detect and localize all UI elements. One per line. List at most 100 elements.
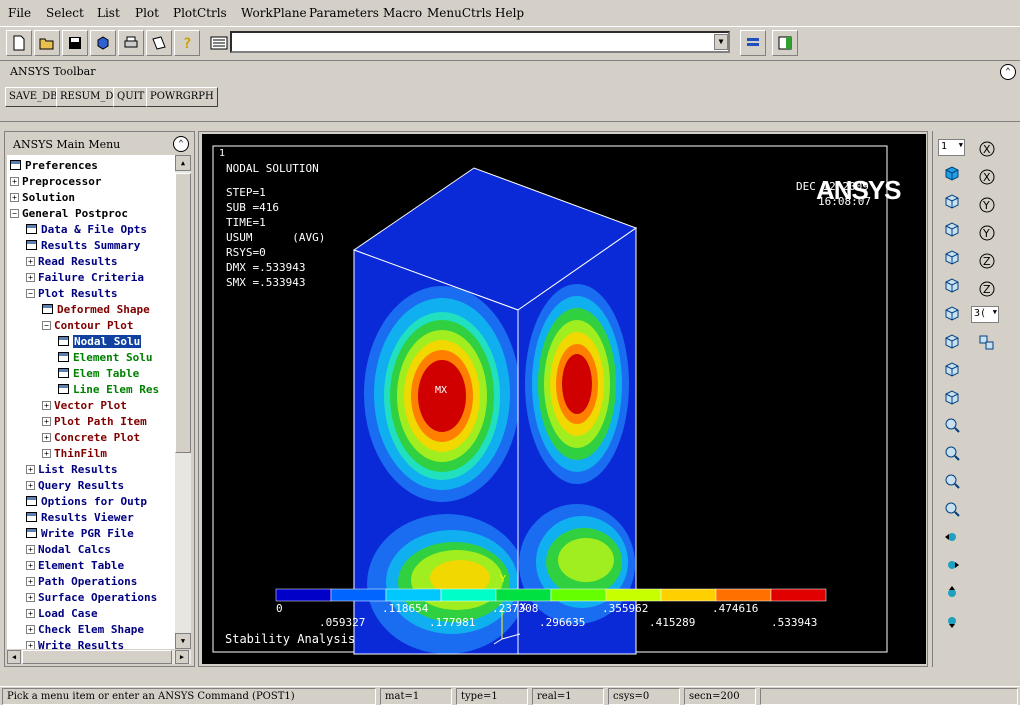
menu-tree-item[interactable]: + Load Case <box>26 607 98 623</box>
collapse-minus-icon[interactable]: − <box>42 321 51 330</box>
zoom-button[interactable] <box>940 413 964 437</box>
right-view-button[interactable] <box>940 301 964 325</box>
quit-button[interactable]: QUIT <box>113 87 149 107</box>
menu-tree-item[interactable]: Write PGR File <box>26 527 134 543</box>
rotate-x-pos-button[interactable]: X <box>975 137 999 161</box>
menu-tree-item[interactable]: + Nodal Calcs <box>26 543 111 559</box>
powergraph-button[interactable]: POWRGRPH <box>146 87 218 107</box>
menu-tree-item[interactable]: − Contour Plot <box>42 319 133 335</box>
menu-plotctrls[interactable]: PlotCtrls <box>173 6 227 20</box>
open-file-button[interactable] <box>34 30 60 56</box>
menu-select[interactable]: Select <box>46 6 84 20</box>
menu-function-icon[interactable] <box>26 512 37 522</box>
menu-function-icon[interactable] <box>26 496 37 506</box>
menu-tree-item[interactable]: + Solution <box>10 191 75 207</box>
expand-plus-icon[interactable]: + <box>26 609 35 618</box>
menu-tree-item[interactable]: + Concrete Plot <box>42 431 140 447</box>
save-button[interactable] <box>62 30 88 56</box>
expand-plus-icon[interactable]: + <box>26 481 35 490</box>
menu-tree-item[interactable]: + Read Results <box>26 255 117 271</box>
menu-plot[interactable]: Plot <box>135 6 159 20</box>
iso-view-button[interactable] <box>940 161 964 185</box>
main-menu-hscrollbar[interactable]: ◀ ▶ <box>7 650 191 664</box>
menu-tree-item[interactable]: − General Postproc <box>10 207 128 223</box>
menu-tree-item[interactable]: + Path Operations <box>26 575 137 591</box>
expand-plus-icon[interactable]: + <box>26 465 35 474</box>
menu-parameters[interactable]: Parameters <box>309 6 379 20</box>
rotate-z-pos-button[interactable]: Z <box>975 249 999 273</box>
pan-down-button[interactable] <box>940 609 964 633</box>
hscroll-thumb[interactable] <box>22 650 172 664</box>
back-view-button[interactable] <box>940 245 964 269</box>
expand-plus-icon[interactable]: + <box>10 177 19 186</box>
pan-up-button[interactable] <box>940 581 964 605</box>
menu-workplane[interactable]: WorkPlane <box>241 6 307 20</box>
new-file-button[interactable] <box>6 30 32 56</box>
scroll-thumb[interactable] <box>175 173 191 453</box>
menu-macro[interactable]: Macro <box>383 6 422 20</box>
menu-tree-item[interactable]: Deformed Shape <box>42 303 150 319</box>
zoom-in-button[interactable] <box>940 469 964 493</box>
left-view-button[interactable] <box>940 273 964 297</box>
rotate-y-neg-button[interactable]: Y <box>975 221 999 245</box>
report-button[interactable] <box>146 30 172 56</box>
menu-help[interactable]: Help <box>495 6 524 20</box>
expand-plus-icon[interactable]: + <box>26 625 35 634</box>
collapse-main-menu-icon[interactable]: ⌃ <box>173 136 189 152</box>
menu-tree-item[interactable]: − Plot Results <box>26 287 117 303</box>
graphics-window[interactable]: ANSYS 1 NODAL SOLUTION STEP=1 SUB =416 T… <box>202 134 926 664</box>
front-view-button[interactable] <box>940 189 964 213</box>
expand-plus-icon[interactable]: + <box>10 193 19 202</box>
menu-tree-item[interactable]: + Surface Operations <box>26 591 157 607</box>
rotation-increment-select[interactable]: 3(▼ <box>971 306 999 323</box>
menu-list[interactable]: List <box>97 6 120 20</box>
menu-tree-item[interactable]: + Preprocessor <box>10 175 101 191</box>
top-view-button[interactable] <box>940 217 964 241</box>
collapse-minus-icon[interactable]: − <box>10 209 19 218</box>
menu-tree-item[interactable]: Results Viewer <box>26 511 134 527</box>
menu-tree-item[interactable]: Options for Outp <box>26 495 147 511</box>
menu-function-icon[interactable] <box>58 336 69 346</box>
menu-tree-item[interactable]: Results Summary <box>26 239 140 255</box>
rotate-z-neg-button[interactable]: Z <box>975 277 999 301</box>
print-button[interactable] <box>118 30 144 56</box>
command-input[interactable] <box>230 31 730 53</box>
fit-view-button[interactable] <box>940 385 964 409</box>
expand-plus-icon[interactable]: + <box>26 641 35 649</box>
scroll-left-arrow[interactable]: ◀ <box>7 650 21 664</box>
scroll-right-arrow[interactable]: ▶ <box>175 650 189 664</box>
menu-tree-item[interactable]: Element Solu <box>58 351 152 367</box>
menu-tree-item[interactable]: Data & File Opts <box>26 223 147 239</box>
pan-right-button[interactable] <box>940 553 964 577</box>
collapse-minus-icon[interactable]: − <box>26 289 35 298</box>
menu-function-icon[interactable] <box>58 352 69 362</box>
menu-function-icon[interactable] <box>10 160 21 170</box>
save-db-button[interactable]: SAVE_DB <box>5 87 62 107</box>
menu-function-icon[interactable] <box>26 528 37 538</box>
menu-tree-item[interactable]: + Element Table <box>26 559 124 575</box>
pan-left-button[interactable] <box>940 525 964 549</box>
menu-tree-item[interactable]: + Vector Plot <box>42 399 127 415</box>
expand-plus-icon[interactable]: + <box>42 433 51 442</box>
zoom-out-button[interactable] <box>940 497 964 521</box>
rotate-y-pos-button[interactable]: Y <box>975 193 999 217</box>
collapse-toolbar-icon[interactable]: ⌃ <box>1000 64 1016 80</box>
expand-plus-icon[interactable]: + <box>26 561 35 570</box>
expand-plus-icon[interactable]: + <box>26 593 35 602</box>
menu-tree-item[interactable]: + Failure Criteria <box>26 271 144 287</box>
reset-picking-button[interactable] <box>772 30 798 56</box>
menu-file[interactable]: File <box>8 6 31 20</box>
main-menu-scrollbar[interactable]: ▲ ▼ <box>175 155 191 649</box>
rotate-x-neg-button[interactable]: X <box>975 165 999 189</box>
command-dropdown-arrow[interactable]: ▼ <box>714 34 728 50</box>
menu-tree-item[interactable]: + Query Results <box>26 479 124 495</box>
menu-function-icon[interactable] <box>26 240 37 250</box>
menu-function-icon[interactable] <box>58 368 69 378</box>
scroll-down-arrow[interactable]: ▼ <box>175 633 191 649</box>
menu-tree-item[interactable]: Nodal Solu <box>58 335 142 351</box>
menu-tree-item[interactable]: + ThinFilm <box>42 447 107 463</box>
bottom-view-button[interactable] <box>940 329 964 353</box>
dynamic-mode-button[interactable] <box>975 331 999 355</box>
menu-menuctrls[interactable]: MenuCtrls <box>427 6 492 20</box>
window-select[interactable]: 1 ▼ <box>938 139 965 156</box>
